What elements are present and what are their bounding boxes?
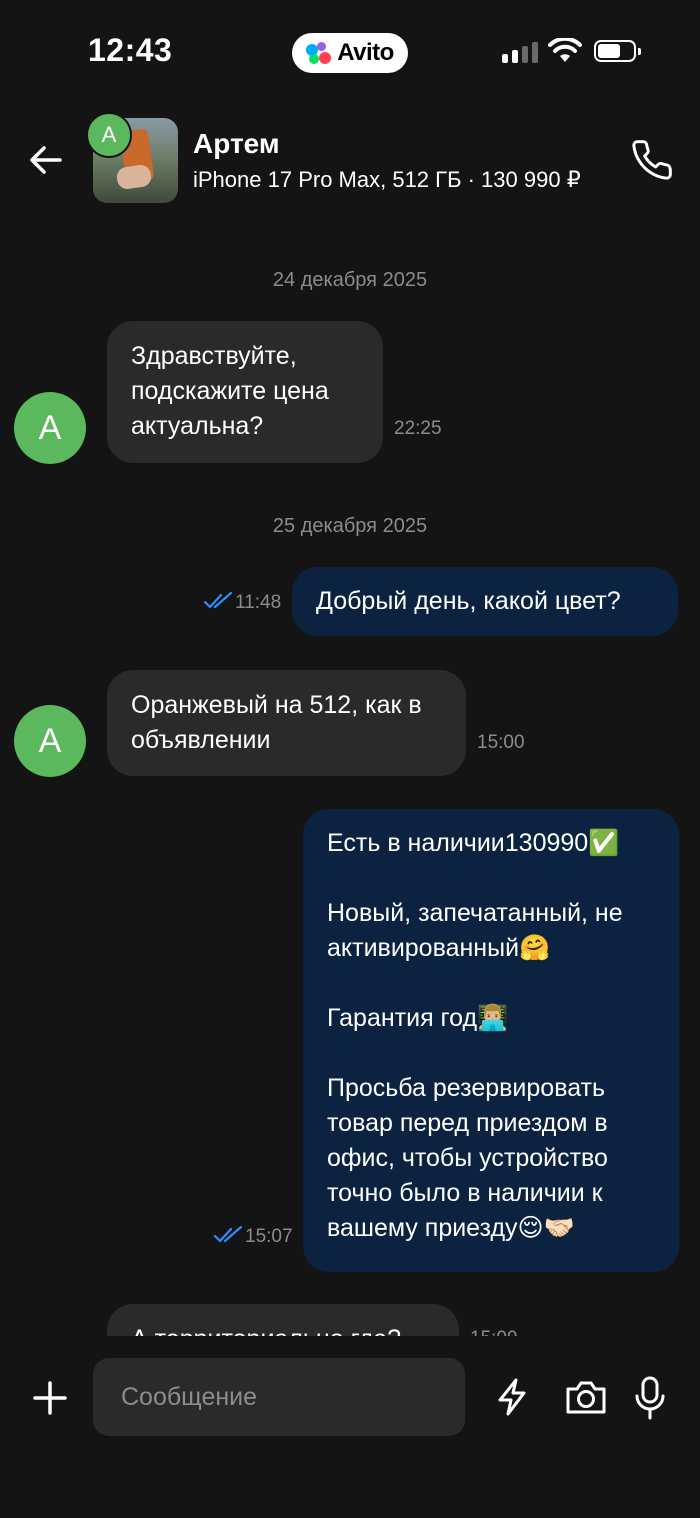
message-input[interactable] — [93, 1358, 465, 1436]
message-bubble-incoming[interactable]: Здравствуйте, подскажите цена актуальна? — [107, 321, 383, 463]
read-checkmarks-icon — [213, 1226, 243, 1243]
avito-pill[interactable]: Avito — [292, 33, 408, 73]
listing-title[interactable]: iPhone 17 Pro Max, 512 ГБ · 130 990 ₽ — [193, 167, 581, 193]
message-bubble-incoming[interactable]: Оранжевый на 512, как в объявлении — [107, 670, 466, 776]
microphone-icon[interactable] — [634, 1376, 666, 1420]
sender-avatar[interactable]: A — [14, 392, 86, 464]
status-time: 12:43 — [88, 32, 173, 68]
lightning-icon[interactable] — [496, 1378, 528, 1416]
message-time: 22:25 — [394, 418, 442, 439]
wifi-icon — [548, 38, 582, 62]
read-checkmarks-icon — [203, 592, 233, 609]
date-separator: 24 декабря 2025 — [272, 269, 428, 291]
arrow-left-icon[interactable] — [28, 142, 64, 178]
phone-icon[interactable] — [630, 138, 674, 182]
message-bubble-outgoing[interactable]: Есть в наличии130990✅ Новый, запечатанны… — [303, 809, 679, 1272]
message-bubble-outgoing[interactable]: Добрый день, какой цвет? — [292, 567, 678, 636]
camera-icon[interactable] — [564, 1378, 608, 1416]
avito-pill-label: Avito — [337, 39, 394, 66]
message-time: 11:48 — [235, 592, 282, 613]
header-avatar: A — [86, 112, 132, 158]
sender-avatar[interactable]: A — [14, 705, 86, 777]
contact-name[interactable]: Артем — [193, 128, 280, 160]
message-time: 15:07 — [245, 1226, 293, 1247]
date-separator: 25 декабря 2025 — [272, 515, 428, 537]
plus-icon[interactable] — [32, 1380, 68, 1416]
message-time: 15:00 — [477, 732, 525, 753]
avito-logo-icon — [306, 40, 332, 66]
battery-icon — [594, 40, 641, 62]
signal-icon — [502, 42, 538, 63]
